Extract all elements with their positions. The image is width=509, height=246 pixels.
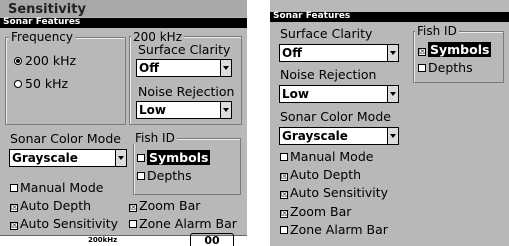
sonar-color-mode-dropdown[interactable]: Grayscale (9, 149, 127, 167)
checkbox-checked-icon: ☒ (129, 203, 138, 212)
dialog-title: Sonar Features (0, 18, 247, 28)
radio-unselected-icon (14, 80, 22, 88)
auto-sensitivity-checkbox[interactable]: ☒ Auto Sensitivity (280, 186, 388, 200)
frequency-50khz-radio[interactable]: 50 kHz (14, 77, 68, 91)
noise-rejection-label: Noise Rejection (138, 84, 235, 99)
noise-rejection-dropdown[interactable]: Low (279, 85, 399, 103)
chevron-down-icon (387, 45, 398, 61)
checkbox-checked-icon: ☒ (280, 172, 289, 181)
checkbox-unchecked-icon (137, 172, 145, 180)
checkbox-checked-icon: ☒ (10, 221, 19, 230)
fish-id-depths-checkbox[interactable]: Depths (418, 61, 473, 75)
fish-id-depths-checkbox[interactable]: Depths (137, 169, 192, 183)
chevron-down-icon (220, 102, 231, 118)
manual-mode-checkbox[interactable]: Manual Mode (280, 150, 373, 164)
checkbox-checked-icon: ☒ (418, 47, 427, 56)
fish-id-symbols-checkbox[interactable]: Symbols (137, 150, 211, 165)
underlying-depth-display: 00 (190, 233, 234, 246)
auto-depth-checkbox[interactable]: ☒ Auto Depth (10, 199, 91, 213)
noise-rejection-label: Noise Rejection (280, 67, 377, 82)
left-sonar-features-dialog: Sensitivity Sonar Features Frequency 200… (0, 0, 247, 246)
auto-depth-checkbox[interactable]: ☒ Auto Depth (280, 168, 361, 182)
checkbox-checked-icon: ☒ (280, 209, 289, 218)
checkbox-unchecked-icon (418, 64, 426, 72)
dialog-title: Sonar Features (270, 12, 509, 22)
chevron-down-icon (220, 60, 231, 76)
checkbox-unchecked-icon (137, 154, 145, 162)
chevron-down-icon (387, 128, 398, 144)
fish-id-legend: Fish ID (133, 131, 177, 145)
checkbox-unchecked-icon (10, 184, 18, 192)
zone-alarm-bar-checkbox[interactable]: Zone Alarm Bar (129, 217, 237, 231)
fish-id-group (133, 138, 241, 195)
checkbox-unchecked-icon (129, 220, 137, 228)
fish-id-symbols-checkbox[interactable]: ☒ Symbols (418, 42, 492, 57)
zone-alarm-bar-checkbox[interactable]: Zone Alarm Bar (280, 223, 388, 237)
surface-clarity-label: Surface Clarity (280, 26, 373, 41)
checkbox-checked-icon: ☒ (280, 190, 289, 199)
surface-clarity-dropdown[interactable]: Off (279, 44, 399, 62)
underlying-screen-strip: 200kHz 00 (0, 233, 247, 246)
fish-id-group (413, 31, 504, 83)
chevron-down-icon (387, 86, 398, 102)
surface-clarity-dropdown[interactable]: Off (136, 59, 232, 77)
underlying-frequency-text: 200kHz (88, 236, 118, 244)
chevron-down-icon (115, 150, 126, 166)
surface-clarity-label: Surface Clarity (138, 42, 231, 57)
radio-selected-icon (14, 57, 22, 65)
zoom-bar-checkbox[interactable]: ☒ Zoom Bar (129, 199, 200, 213)
auto-sensitivity-checkbox[interactable]: ☒ Auto Sensitivity (10, 217, 118, 231)
manual-mode-checkbox[interactable]: Manual Mode (10, 181, 103, 195)
frequency-200khz-radio[interactable]: 200 kHz (14, 54, 76, 68)
right-sonar-features-dialog: Sonar Features Surface Clarity Off Noise… (270, 0, 509, 246)
checkbox-unchecked-icon (280, 226, 288, 234)
checkbox-checked-icon: ☒ (10, 203, 19, 212)
sonar-color-mode-label: Sonar Color Mode (10, 131, 121, 146)
zoom-bar-checkbox[interactable]: ☒ Zoom Bar (280, 205, 351, 219)
sonar-color-mode-dropdown[interactable]: Grayscale (279, 127, 399, 145)
background-sensitivity-header: Sensitivity (0, 0, 247, 17)
sonar-color-mode-label: Sonar Color Mode (280, 109, 391, 124)
fish-id-legend: Fish ID (415, 24, 459, 38)
frequency-legend: Frequency (9, 30, 75, 44)
noise-rejection-dropdown[interactable]: Low (136, 101, 232, 119)
checkbox-unchecked-icon (280, 153, 288, 161)
